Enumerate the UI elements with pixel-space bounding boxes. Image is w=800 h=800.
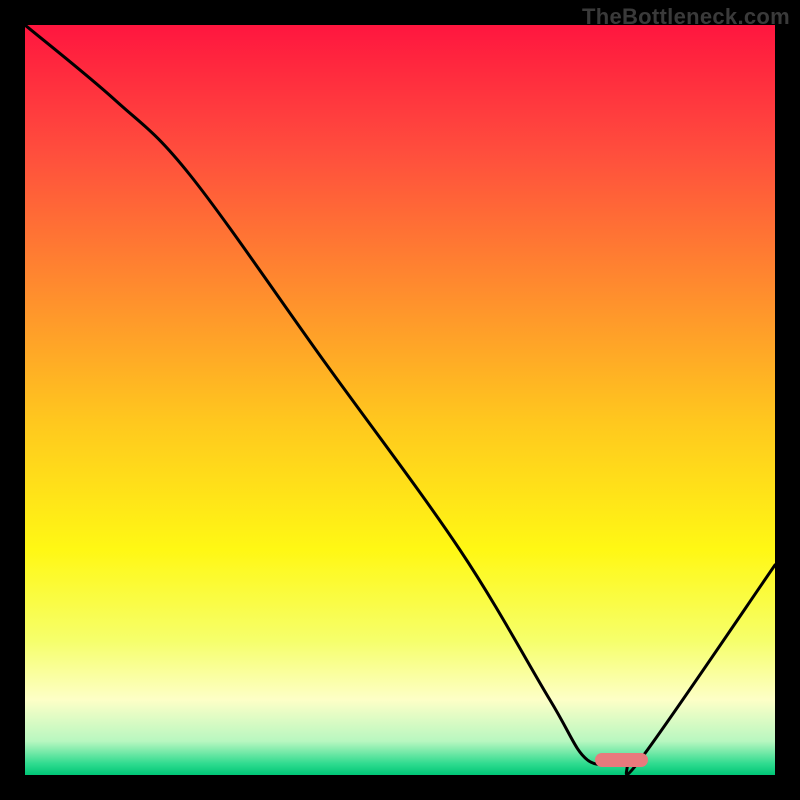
plot-area — [25, 25, 775, 775]
optimal-range-marker — [595, 753, 648, 767]
gradient-background — [25, 25, 775, 775]
plot-svg — [25, 25, 775, 775]
chart-stage: TheBottleneck.com — [0, 0, 800, 800]
